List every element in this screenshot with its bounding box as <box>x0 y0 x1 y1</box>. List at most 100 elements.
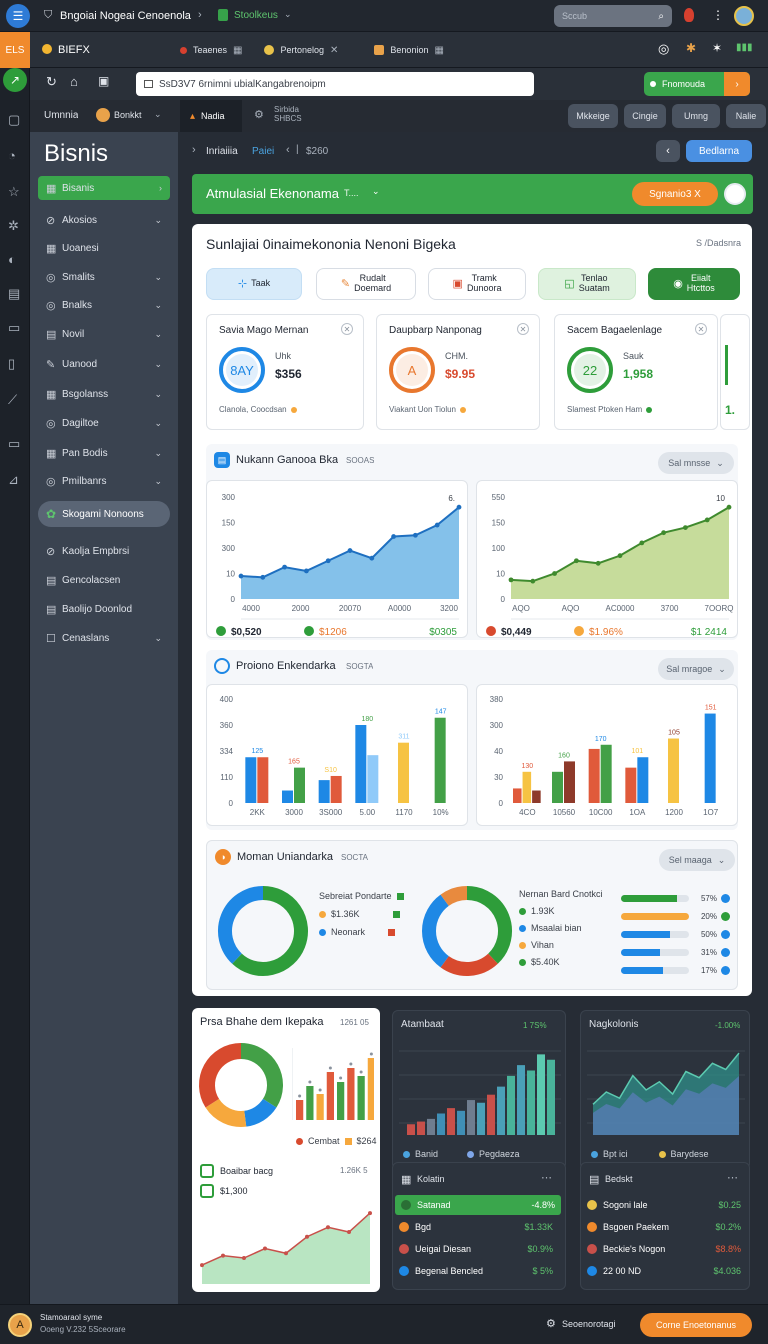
metric-card[interactable]: Daupbarp Nanponag ✕ A CHM. $9.95 Viakant Uon … <box>376 314 540 430</box>
avatar[interactable] <box>734 6 754 26</box>
view-button[interactable]: Umng <box>672 104 720 128</box>
account-name[interactable]: Bonkkt <box>114 110 142 120</box>
chevron-down-icon[interactable]: ⌄ <box>154 109 162 120</box>
chevron-right-icon[interactable]: › <box>159 183 162 193</box>
metric-card[interactable]: Savia Mago Mernan ✕ 8AY Uhk $356 Clanola, Coo… <box>206 314 364 430</box>
list-row[interactable]: Ueigai Diesan $0.9% <box>393 1239 559 1259</box>
sidebar-item[interactable]: ◎ Dagiltoe ⌄ <box>38 411 170 435</box>
list-row[interactable]: Satanad -4.8% <box>395 1195 561 1215</box>
breadcrumb-item[interactable]: Inriaiiia <box>206 146 238 157</box>
close-icon[interactable]: ✕ <box>517 323 529 335</box>
home-icon[interactable]: ↗ <box>3 68 27 92</box>
gear-icon[interactable]: ⚙ <box>254 108 264 121</box>
avatar[interactable] <box>724 183 746 205</box>
range-select[interactable]: Sel maaga ⌄ <box>659 849 735 871</box>
bell-icon[interactable]: ◐ <box>8 252 16 267</box>
puzzle-icon[interactable]: ✱ <box>686 41 696 55</box>
star-icon[interactable]: ☆ <box>8 184 20 200</box>
sidebar-item[interactable]: ☐ Cenaslans ⌄ <box>38 626 170 650</box>
menu-icon[interactable]: ☰ <box>6 4 30 28</box>
sidebar-item[interactable]: ▤ Gencolacsen <box>38 568 170 592</box>
view-button[interactable]: Mkkeige <box>568 104 618 128</box>
sidebar-item[interactable]: ▤ Baolijo Doonlod <box>38 597 170 621</box>
close-icon[interactable]: ✕ <box>341 323 353 335</box>
chip-tenlao[interactable]: ◱ Tenlao Suatam <box>538 268 636 300</box>
sidebar-item[interactable]: ▦ Bsgolanss ⌄ <box>38 382 170 406</box>
list-row[interactable]: Sogoni lale $0.25 <box>581 1195 747 1215</box>
chevron-down-icon[interactable]: ⌄ <box>154 418 162 429</box>
list-row[interactable]: Begenal Bencled $ 5% <box>393 1261 559 1281</box>
chevron-down-icon[interactable]: › <box>724 72 750 96</box>
calendar-icon[interactable]: ▭ <box>8 320 20 336</box>
search-input[interactable]: Sccub <box>562 11 587 21</box>
chart-icon[interactable]: ◔ <box>8 148 16 163</box>
send-icon[interactable]: ⊿ <box>8 472 19 488</box>
close-icon[interactable]: ✕ <box>695 323 707 335</box>
banner-action[interactable]: Sgnanio3 X <box>632 182 718 206</box>
reload-icon[interactable]: ↻ <box>46 74 57 90</box>
breadcrumb-item[interactable]: Paiei <box>252 146 274 157</box>
chevron-down-icon[interactable]: ⌄ <box>154 448 162 459</box>
prev-button[interactable]: ‹ <box>656 140 680 162</box>
more-icon[interactable]: ⋮ <box>712 8 724 22</box>
search-box[interactable]: Sccub ⌕ <box>554 5 672 27</box>
gear-icon[interactable]: ✲ <box>8 218 19 234</box>
chevron-down-icon[interactable]: ⌄ <box>154 633 162 644</box>
list-row[interactable]: Beckie's Nogon $8.8% <box>581 1239 747 1259</box>
sidebar-item[interactable]: ▤ Novil ⌄ <box>38 322 170 346</box>
clipboard-icon[interactable]: ▯ <box>8 356 15 372</box>
sidebar-item[interactable]: ⊘ Akosios ⌄ <box>38 208 170 232</box>
back-icon[interactable]: ‹ <box>286 144 290 156</box>
chevron-down-icon[interactable]: ⌄ <box>154 272 162 283</box>
tab-teaenes[interactable]: Teaenes ▦ <box>180 45 242 56</box>
chevron-down-icon[interactable]: ⌄ <box>372 186 380 197</box>
sidebar-highlight[interactable]: ✿ Skogami Nonoons <box>38 501 170 527</box>
metric-card[interactable]: Sacem Bagaelenlage ✕ 22 Sauk 1,958 Slamest Pt… <box>554 314 718 430</box>
range-select[interactable]: Sal mragoe ⌄ <box>658 658 734 680</box>
monitor-icon[interactable]: ▭ <box>8 436 20 452</box>
primary-button[interactable]: Bedlarna <box>686 140 752 162</box>
list-row[interactable]: Bgd $1.33K <box>393 1217 559 1237</box>
home-icon[interactable]: ⌂ <box>70 74 78 89</box>
chevron-down-icon[interactable]: ⌄ <box>154 389 162 400</box>
list-row[interactable]: Bsgoen Paekem $0.2% <box>581 1217 747 1237</box>
tab-pertonelog[interactable]: Pertonelog ✕ <box>264 45 338 56</box>
file-icon[interactable]: ▤ <box>8 286 20 302</box>
view-button[interactable]: Cingie <box>624 104 666 128</box>
sidebar-item[interactable]: ◎ Pmilbanrs ⌄ <box>38 469 170 493</box>
metric-card[interactable]: 1. <box>720 314 750 430</box>
sidebar-item[interactable]: ▦ Pan Bodis ⌄ <box>38 441 170 465</box>
chevron-down-icon[interactable]: ⌄ <box>284 9 292 20</box>
sidebar-item[interactable]: ✎ Uanood ⌄ <box>38 352 170 376</box>
user-avatar[interactable]: A <box>8 1313 32 1337</box>
url-field[interactable]: SsD3V7 6rnimni ubialKangabrenoipm <box>136 72 534 96</box>
range-select[interactable]: Sal mnsse ⌄ <box>658 452 734 474</box>
sidebar-item[interactable]: ▦ Uoanesi <box>38 236 170 260</box>
bookmark-icon[interactable]: ▣ <box>98 74 109 88</box>
sidebar-item[interactable]: ◎ Bnalks ⌄ <box>38 293 170 317</box>
chip-tramk[interactable]: ▣ Tramk Dunoora <box>428 268 526 300</box>
tab-benonion[interactable]: Benonion ▦ <box>374 45 444 56</box>
url-text[interactable]: SsD3V7 6rnimni ubialKangabrenoipm <box>159 79 326 90</box>
target-icon[interactable]: ◎ <box>658 41 669 57</box>
extensions-icon[interactable]: ✶ <box>712 41 722 55</box>
list-row[interactable]: 22 00 ND $4.036 <box>581 1261 747 1281</box>
primary-action[interactable]: Fnomouda › <box>644 72 750 96</box>
lock-icon[interactable]: ▢ <box>8 112 20 128</box>
chevron-down-icon[interactable]: ⌄ <box>154 329 162 340</box>
sidebar-item[interactable]: ▦ Bisanis › <box>38 176 170 200</box>
chip-taak[interactable]: ⊹ Taak <box>206 268 302 300</box>
footer-action[interactable]: Corne Enoetonanus <box>640 1313 752 1337</box>
chip-eiialt[interactable]: ◉ Eiialt Htcttos <box>648 268 740 300</box>
view-button[interactable]: Nalie <box>726 104 766 128</box>
chevron-down-icon[interactable]: ⌄ <box>154 476 162 487</box>
chevron-down-icon[interactable]: ⌄ <box>154 300 162 311</box>
workspace-name[interactable]: Stoolkeus <box>234 10 278 21</box>
chip-rudalt[interactable]: ✎ Rudalt Doemard <box>316 268 416 300</box>
sidebar-item[interactable]: ⊘ Kaolja Empbrsi <box>38 539 170 563</box>
chevron-down-icon[interactable]: ⌄ <box>154 359 162 370</box>
alert-icon[interactable] <box>684 8 694 22</box>
sidebar-item[interactable]: ◎ Smalits ⌄ <box>38 265 170 289</box>
tab-active[interactable]: ▴ Nadia <box>180 100 242 132</box>
chevron-down-icon[interactable]: ⌄ <box>154 215 162 226</box>
